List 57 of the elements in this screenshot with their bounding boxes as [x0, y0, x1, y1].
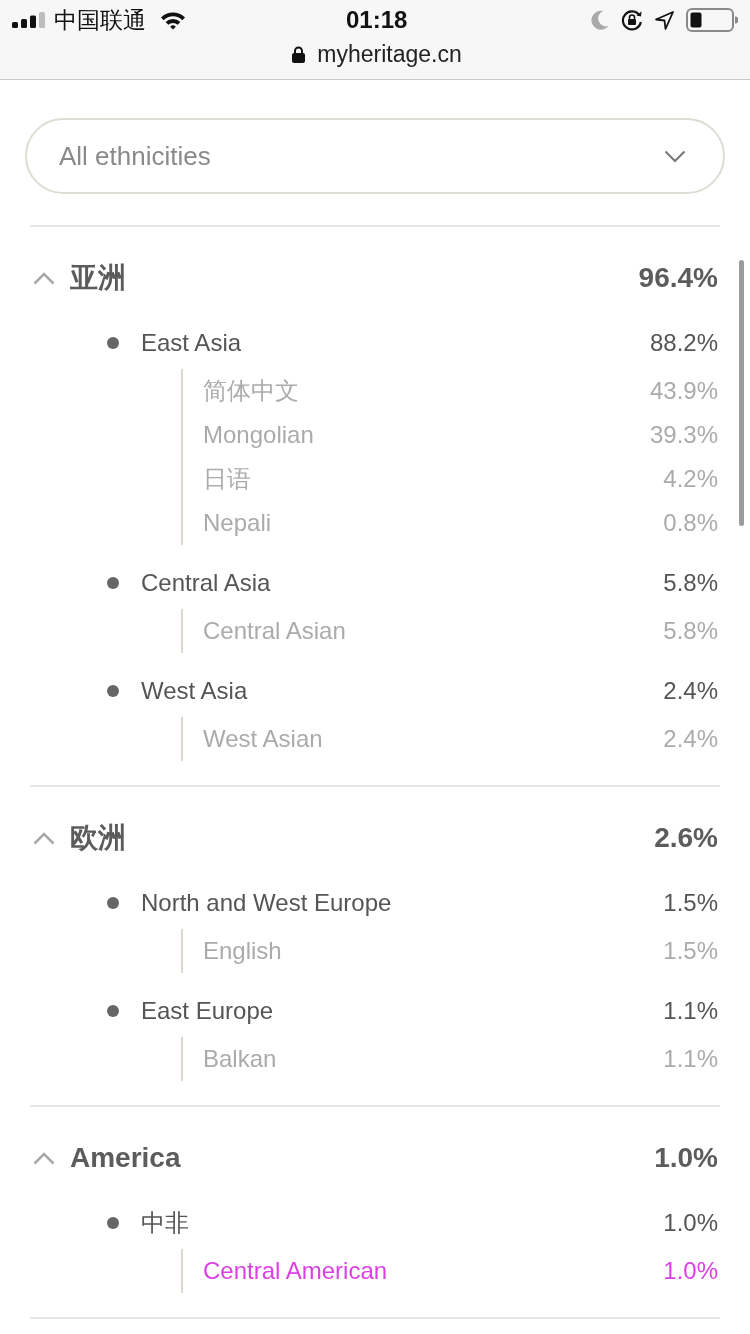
clock-time: 01:18	[346, 7, 408, 33]
subregion-name: East Europe	[141, 999, 274, 1023]
bullet-dot-icon	[107, 1005, 119, 1017]
region-name: 亚洲	[70, 264, 126, 292]
ethnicity-percent: 0.8%	[663, 511, 718, 535]
rotation-lock-icon	[621, 9, 643, 31]
ethnicity-percent: 2.4%	[663, 727, 718, 751]
chevron-up-icon[interactable]	[33, 831, 55, 845]
ethnicity-percent: 5.8%	[663, 619, 718, 643]
ethnicity-percent: 39.3%	[649, 423, 718, 447]
ethnicity-name[interactable]: Balkan	[203, 1047, 277, 1071]
bullet-dot-icon	[107, 337, 119, 349]
subregion-name: 中非	[141, 1211, 189, 1235]
bullet-dot-icon	[107, 1217, 119, 1229]
battery-icon	[686, 8, 738, 32]
region-percent: 2.6%	[654, 824, 718, 852]
subregion-percent: 1.0%	[663, 1211, 718, 1235]
region-name: 欧洲	[70, 824, 126, 852]
location-arrow-icon	[655, 10, 674, 30]
ethnicity-name[interactable]: Central American	[203, 1259, 388, 1283]
ethnicity-name[interactable]: 日语	[203, 467, 251, 491]
lock-icon	[292, 45, 306, 63]
subregion-percent: 1.5%	[663, 891, 718, 915]
region-name: America	[70, 1144, 181, 1172]
subregion-name: Central Asia	[141, 571, 271, 595]
chevron-up-icon[interactable]	[33, 271, 55, 285]
wifi-icon	[160, 10, 186, 30]
ethnicity-percent: 1.0%	[663, 1259, 718, 1283]
subregion-percent: 88.2%	[649, 331, 718, 355]
carrier-name: 中国联通	[54, 8, 146, 32]
region-percent: 1.0%	[654, 1144, 718, 1172]
ethnicity-percent: 4.2%	[663, 467, 718, 491]
subregion-name: North and West Europe	[141, 891, 392, 915]
subregion-name: East Asia	[141, 331, 242, 355]
chevron-up-icon[interactable]	[33, 1151, 55, 1165]
ethnicity-name[interactable]: West Asian	[203, 727, 323, 751]
ethnicity-percent: 43.9%	[649, 379, 718, 403]
chevron-down-icon	[664, 149, 686, 163]
bullet-dot-icon	[107, 897, 119, 909]
moon-icon	[591, 10, 609, 30]
subregion-percent: 2.4%	[663, 679, 718, 703]
ethnicity-percent: 1.5%	[663, 939, 718, 963]
bullet-dot-icon	[107, 685, 119, 697]
region-percent: 96.4%	[638, 264, 718, 292]
ethnicity-name[interactable]: 简体中文	[203, 379, 299, 403]
ethnicity-name[interactable]: Central Asian	[203, 619, 346, 643]
subregion-percent: 5.8%	[663, 571, 718, 595]
url-text[interactable]: myheritage.cn	[317, 42, 462, 66]
signal-icon	[12, 12, 45, 28]
subregion-name: West Asia	[141, 679, 248, 703]
ethnicity-percent: 1.1%	[663, 1047, 718, 1071]
ethnicity-dropdown[interactable]: All ethnicities	[25, 118, 725, 194]
ethnicity-name[interactable]: Mongolian	[203, 423, 314, 447]
subregion-percent: 1.1%	[663, 999, 718, 1023]
ethnicity-name[interactable]: Nepali	[203, 511, 272, 535]
ethnicity-name[interactable]: English	[203, 939, 282, 963]
bullet-dot-icon	[107, 577, 119, 589]
